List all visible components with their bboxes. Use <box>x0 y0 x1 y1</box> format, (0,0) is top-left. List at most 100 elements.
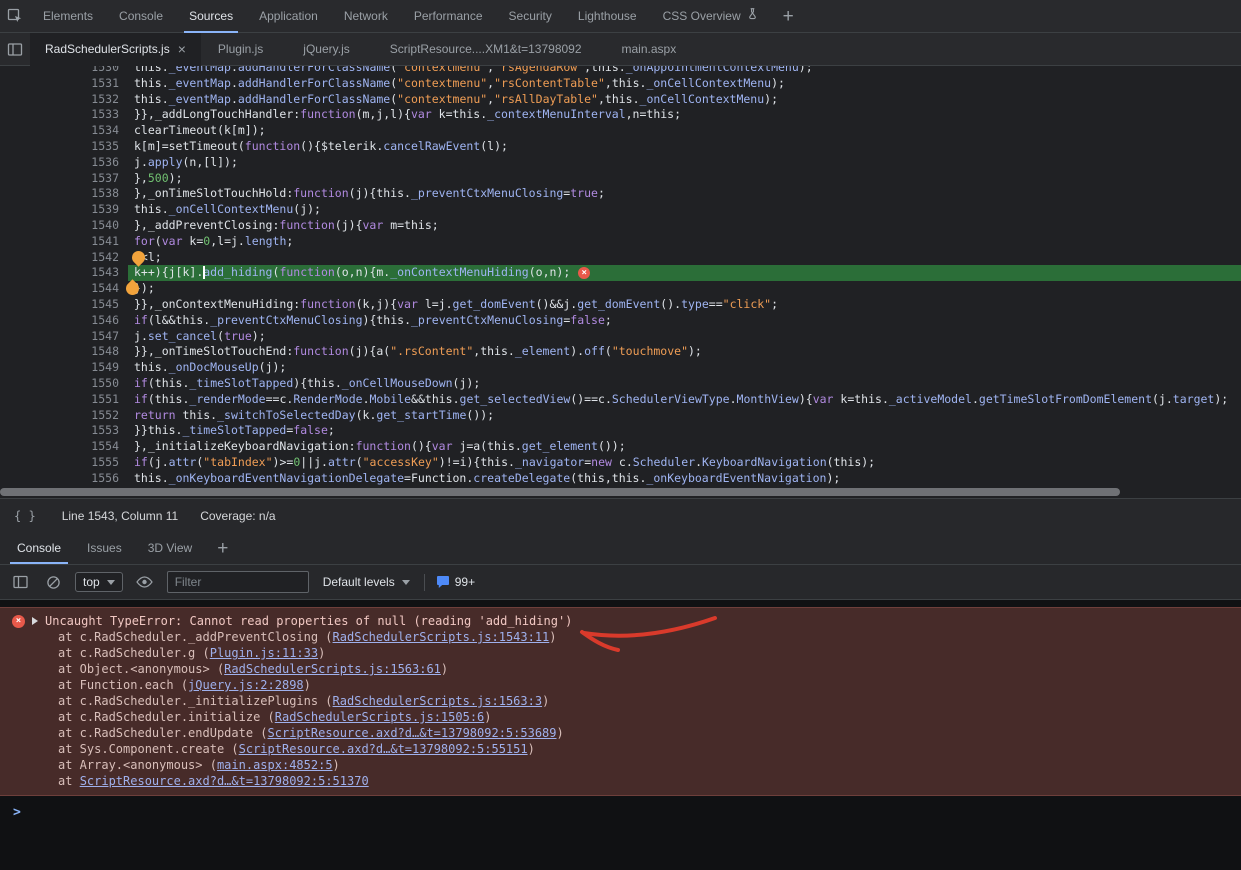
drawer-tab-label: Console <box>17 541 61 555</box>
line-number[interactable]: 1537 <box>0 171 128 187</box>
line-number[interactable]: 1530 <box>0 66 128 76</box>
scrollbar-thumb[interactable] <box>0 488 1120 496</box>
line-number[interactable]: 1544 <box>0 281 128 297</box>
stack-link[interactable]: jQuery.js:2:2898 <box>188 678 304 692</box>
stack-link[interactable]: RadSchedulerScripts.js:1563:61 <box>224 662 441 676</box>
stack-text: at <box>58 774 80 788</box>
log-levels-dropdown[interactable]: Default levels <box>320 575 413 589</box>
pretty-print-icon[interactable] <box>10 509 40 523</box>
line-number[interactable]: 1556 <box>0 471 128 486</box>
stack-link[interactable]: ScriptResource.axd?d…&t=13798092:5:51370 <box>80 774 369 788</box>
file-tab-plugin-js[interactable]: Plugin.js <box>203 33 278 66</box>
console-sidebar-icon[interactable] <box>9 571 31 593</box>
file-tab-jquery-js[interactable]: jQuery.js <box>288 33 364 66</box>
navigator-toggle-icon[interactable] <box>0 33 30 66</box>
stack-frame: at c.RadScheduler.endUpdate (ScriptResou… <box>0 725 1241 741</box>
line-number[interactable]: 1546 <box>0 313 128 329</box>
line-number[interactable]: 1536 <box>0 155 128 171</box>
line-number[interactable]: 1538 <box>0 186 128 202</box>
more-tabs-icon[interactable] <box>771 0 806 33</box>
line-number[interactable]: 1552 <box>0 408 128 424</box>
file-tab-radschedulerscripts-js[interactable]: RadSchedulerScripts.js <box>30 33 201 66</box>
file-tab-main-aspx[interactable]: main.aspx <box>607 33 692 66</box>
log-levels-label: Default levels <box>323 575 395 589</box>
code-editor[interactable]: 1530this._eventMap.addHandlerForClassNam… <box>0 66 1241 486</box>
expand-triangle-icon[interactable] <box>32 617 38 625</box>
main-tab-performance[interactable]: Performance <box>401 0 496 33</box>
chat-bubble-icon <box>436 575 450 589</box>
close-icon[interactable] <box>178 42 186 56</box>
main-tab-application[interactable]: Application <box>246 0 331 33</box>
line-number[interactable]: 1548 <box>0 344 128 360</box>
line-number[interactable]: 1554 <box>0 439 128 455</box>
eye-icon[interactable] <box>134 571 156 593</box>
code-token: . <box>446 297 453 311</box>
code-token: . <box>238 234 245 248</box>
code-token: . <box>162 202 169 216</box>
console-prompt-icon[interactable]: > <box>13 805 21 820</box>
console-output[interactable]: Uncaught TypeError: Cannot read properti… <box>0 600 1241 870</box>
line-number[interactable]: 1542 <box>0 250 128 266</box>
code-token: SchedulerViewType <box>612 392 730 406</box>
line-number[interactable]: 1553 <box>0 423 128 439</box>
code-token: ; <box>286 234 293 248</box>
main-tab-console[interactable]: Console <box>106 0 176 33</box>
stack-text: at Sys.Component.create ( <box>58 742 239 756</box>
code-token: ,this <box>605 76 640 90</box>
code-token: j <box>134 329 141 343</box>
filter-input[interactable] <box>167 571 309 593</box>
context-selector[interactable]: top <box>75 572 123 592</box>
console-toolbar: top Default levels 99+ <box>0 565 1241 600</box>
messages-badge[interactable]: 99+ <box>436 575 475 589</box>
clear-console-icon[interactable] <box>42 571 64 593</box>
line-number[interactable]: 1541 <box>0 234 128 250</box>
code-token: if <box>134 392 148 406</box>
stack-link[interactable]: RadSchedulerScripts.js:1563:3 <box>333 694 543 708</box>
line-number[interactable]: 1532 <box>0 92 128 108</box>
line-number[interactable]: 1540 <box>0 218 128 234</box>
code-token: MonthView <box>737 392 799 406</box>
stack-link[interactable]: RadSchedulerScripts.js:1543:11 <box>333 630 550 644</box>
stack-link[interactable]: main.aspx:4852:5 <box>217 758 333 772</box>
file-tab-scriptresource-xm1-t-13798092[interactable]: ScriptResource....XM1&t=13798092 <box>375 33 597 66</box>
line-number[interactable]: 1535 <box>0 139 128 155</box>
line-number[interactable]: 1549 <box>0 360 128 376</box>
code-token: _onCellMouseDown <box>342 376 453 390</box>
drawer-tab-issues[interactable]: Issues <box>74 532 135 564</box>
line-number[interactable]: 1547 <box>0 329 128 345</box>
main-tab-elements[interactable]: Elements <box>30 0 106 33</box>
line-number[interactable]: 1531 <box>0 76 128 92</box>
code-token: this <box>134 76 162 90</box>
inspect-icon[interactable] <box>0 0 30 33</box>
console-prompt-row[interactable]: > <box>0 796 1241 820</box>
main-tab-network[interactable]: Network <box>331 0 401 33</box>
stack-link[interactable]: RadSchedulerScripts.js:1505:6 <box>275 710 485 724</box>
main-tab-css-overview[interactable]: CSS Overview <box>650 0 771 33</box>
line-number[interactable]: 1534 <box>0 123 128 139</box>
code-token: (this <box>148 392 183 406</box>
code-token: "contextmenu" <box>397 92 487 106</box>
line-number[interactable]: 1550 <box>0 376 128 392</box>
main-tab-sources[interactable]: Sources <box>176 0 246 33</box>
more-drawer-tools-icon[interactable] <box>205 532 240 564</box>
line-number[interactable]: 1539 <box>0 202 128 218</box>
main-tab-lighthouse[interactable]: Lighthouse <box>565 0 650 33</box>
line-number[interactable]: 1543 <box>0 265 128 281</box>
stack-text: at Object.<anonymous> ( <box>58 662 224 676</box>
stack-link[interactable]: ScriptResource.axd?d…&t=13798092:5:55151 <box>239 742 528 756</box>
stack-link[interactable]: ScriptResource.axd?d…&t=13798092:5:53689 <box>268 726 557 740</box>
code-token: (j){a( <box>349 344 391 358</box>
line-number[interactable]: 1551 <box>0 392 128 408</box>
stack-link[interactable]: Plugin.js:11:33 <box>210 646 318 660</box>
main-tabbar: ElementsConsoleSourcesApplicationNetwork… <box>0 0 1241 33</box>
main-tab-security[interactable]: Security <box>496 0 565 33</box>
line-number[interactable]: 1555 <box>0 455 128 471</box>
line-number[interactable]: 1533 <box>0 107 128 123</box>
code-token: . <box>162 360 169 374</box>
code-token: Scheduler <box>633 455 695 469</box>
drawer-tab-3d-view[interactable]: 3D View <box>135 532 205 564</box>
line-number[interactable]: 1545 <box>0 297 128 313</box>
horizontal-scrollbar[interactable] <box>0 486 1241 498</box>
code-token: "rsContentTable" <box>494 76 605 90</box>
drawer-tab-console[interactable]: Console <box>4 532 74 564</box>
